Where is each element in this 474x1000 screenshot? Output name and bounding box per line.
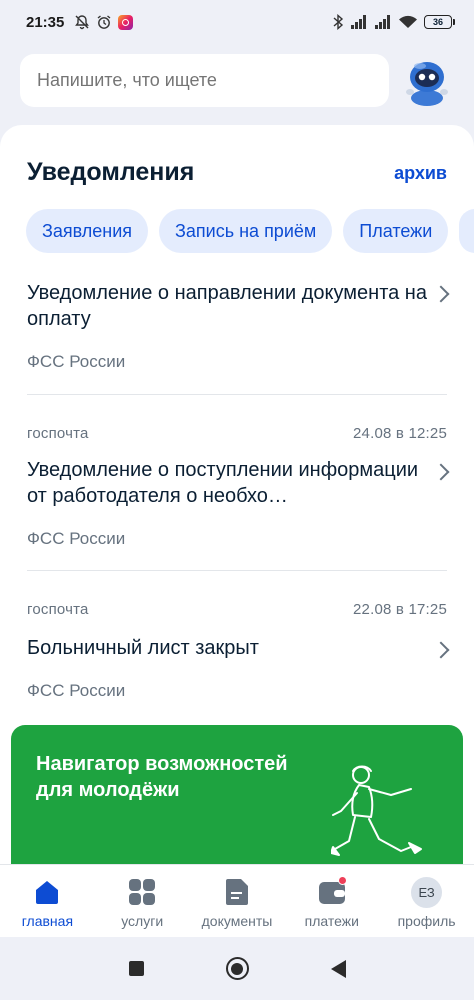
back-button[interactable]: [330, 959, 346, 978]
divider: [27, 394, 447, 395]
nav-item-payments[interactable]: платежи: [287, 876, 377, 929]
notification-item[interactable]: госпочта 24.08 в 12:25 Уведомление о пос…: [27, 425, 450, 549]
nav-label: услуги: [121, 913, 164, 929]
archive-link[interactable]: архив: [394, 163, 447, 184]
document-icon: [225, 879, 248, 905]
signal-icon: [351, 15, 366, 29]
wifi-icon: [399, 15, 417, 28]
youth-navigator-banner[interactable]: Навигатор возможностей для молодёжи: [11, 725, 463, 865]
notifications-card: Уведомления архив Заявления Запись на пр…: [0, 125, 474, 865]
page-title: Уведомления: [27, 158, 195, 186]
notification-date: 22.08 в 17:25: [353, 601, 447, 618]
divider: [27, 570, 447, 571]
chevron-right-icon: [432, 285, 450, 303]
notification-title: Уведомление о направлении документа на о…: [27, 282, 427, 330]
status-time: 21:35: [26, 13, 65, 31]
search-input[interactable]: [20, 54, 389, 107]
notification-source: госпочта: [27, 601, 89, 618]
notification-date: 24.08 в 12:25: [353, 425, 447, 442]
nav-label: профиль: [397, 913, 456, 929]
instagram-icon: [118, 14, 134, 30]
chevron-right-icon: [432, 641, 450, 659]
filter-chips: Заявления Запись на приём Платежи: [26, 209, 474, 253]
filter-chip-appointments[interactable]: Запись на приём: [159, 209, 333, 253]
notification-org: ФСС России: [27, 352, 126, 371]
notification-source: госпочта: [27, 425, 89, 442]
recent-apps-button[interactable]: [128, 961, 144, 976]
notification-title: Уведомление о поступлении информации от …: [27, 459, 419, 507]
promo-title: Навигатор возможностей для молодёжи: [36, 753, 288, 801]
system-navigation-bar: [0, 937, 474, 1000]
home-icon: [36, 881, 59, 904]
battery-icon: 36: [424, 15, 455, 29]
notification-meta: госпочта 22.08 в 17:25: [27, 601, 447, 618]
wallet-icon: [317, 876, 347, 907]
grid-icon: [129, 879, 156, 905]
notification-org: ФСС России: [27, 681, 126, 700]
nav-item-profile[interactable]: ЕЗ профиль: [382, 877, 472, 929]
running-person-illustration: [331, 765, 422, 856]
avatar: ЕЗ: [411, 877, 443, 908]
nav-item-home[interactable]: главная: [2, 877, 92, 929]
alarm-icon: [97, 15, 111, 29]
chevron-right-icon: [432, 463, 450, 481]
bell-off-icon: [75, 15, 90, 30]
filter-chip-payments[interactable]: Платежи: [343, 209, 449, 253]
notification-item[interactable]: госпочта 22.08 в 17:25 Больничный лист з…: [27, 601, 450, 701]
robot-assistant-icon[interactable]: [400, 54, 454, 108]
status-bar: 21:35 36: [0, 0, 474, 44]
signal-icon-2: [375, 15, 390, 29]
home-button[interactable]: [225, 957, 249, 980]
bluetooth-icon: [333, 14, 344, 30]
nav-label: документы: [201, 913, 273, 929]
notification-org: ФСС России: [27, 529, 126, 548]
nav-item-services[interactable]: услуги: [97, 877, 187, 929]
status-right-icons: 36: [332, 14, 455, 30]
nav-label: платежи: [304, 913, 359, 929]
filter-chip-more[interactable]: [459, 209, 474, 253]
status-left-icons: [74, 14, 134, 30]
notification-item[interactable]: Уведомление о направлении документа на о…: [27, 280, 450, 372]
notification-badge: [337, 876, 347, 885]
nav-item-documents[interactable]: документы: [192, 877, 282, 929]
nav-label: главная: [21, 913, 74, 929]
notification-title: Больничный лист закрыт: [27, 637, 259, 659]
notification-meta: госпочта 24.08 в 12:25: [27, 425, 447, 442]
bottom-nav: главная услуги документы платежи ЕЗ проф…: [0, 864, 474, 937]
filter-chip-applications[interactable]: Заявления: [26, 209, 149, 253]
